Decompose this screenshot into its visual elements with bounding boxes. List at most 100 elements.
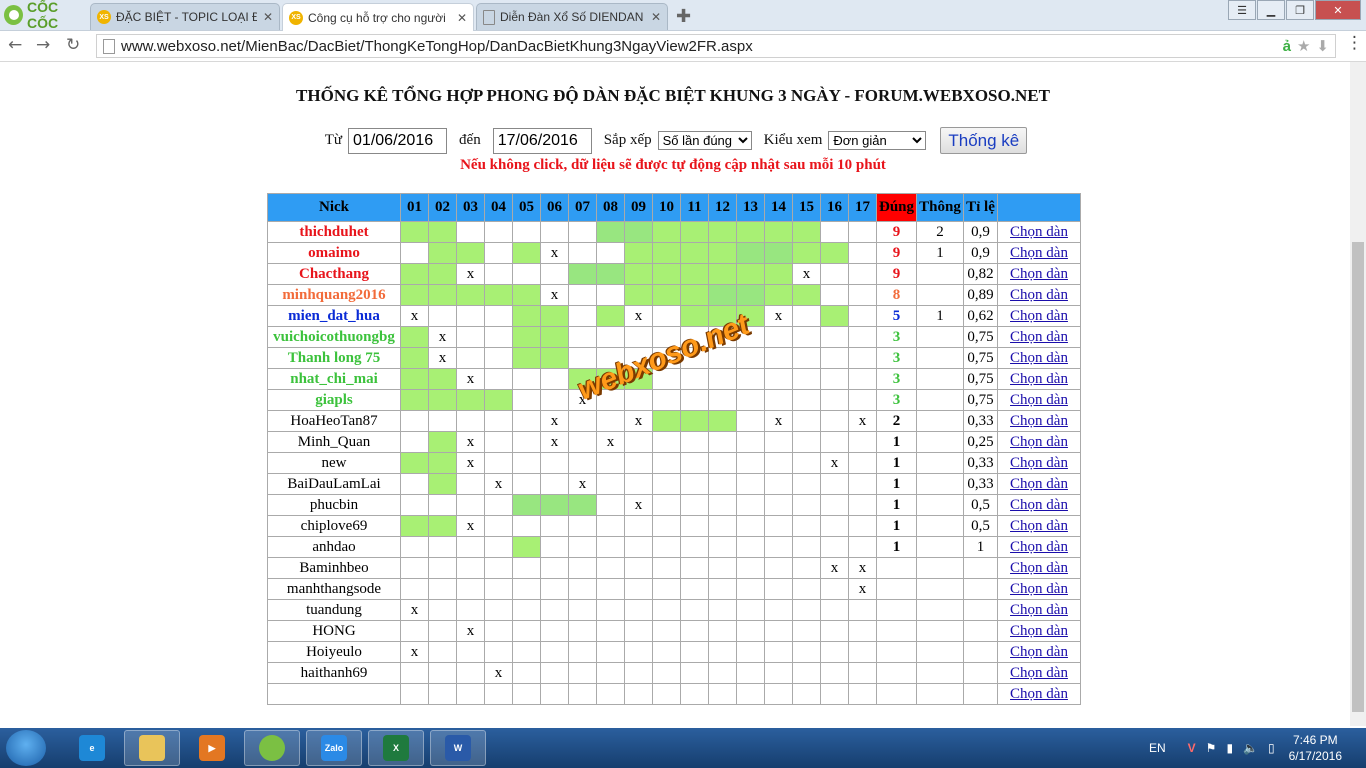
coccoc-translate-icon[interactable]: ả	[1283, 38, 1291, 55]
browser-brand[interactable]: CỐC CỐC	[0, 0, 90, 31]
taskbar-word[interactable]: W	[430, 730, 486, 766]
chon-dan-link[interactable]: Chọn dàn	[1010, 392, 1068, 408]
chon-dan-link[interactable]: Chọn dàn	[1010, 665, 1068, 681]
chon-dan-link[interactable]: Chọn dàn	[1010, 371, 1068, 387]
dung-cell: 3	[876, 389, 917, 411]
taskbar-ie[interactable]: e	[64, 730, 120, 766]
taskbar-coccoc[interactable]	[244, 730, 300, 766]
thong-cell	[916, 494, 964, 516]
new-tab-icon[interactable]: ✚	[676, 6, 691, 27]
battery-icon[interactable]: ▯	[1268, 741, 1275, 755]
day-cell	[400, 368, 429, 390]
menu-icon[interactable]: ☰	[1228, 0, 1256, 20]
bookmark-star-icon[interactable]: ★	[1297, 37, 1310, 55]
day-cell	[540, 473, 569, 495]
tab-dien-dan-xo-so[interactable]: Diễn Đàn Xổ Số DIENDAN ✕	[476, 3, 668, 30]
day-cell	[428, 431, 457, 453]
address-bar[interactable]: www.webxoso.net/MienBac/DacBiet/ThongKeT…	[96, 34, 1336, 58]
action-center-icon[interactable]: ⚑	[1206, 741, 1217, 755]
thong-cell	[916, 641, 964, 663]
header-day-10: 10	[652, 193, 681, 222]
network-icon[interactable]: ▮	[1226, 741, 1233, 755]
volume-icon[interactable]: 🔈	[1243, 741, 1258, 755]
chon-dan-link[interactable]: Chọn dàn	[1010, 308, 1068, 324]
day-cell	[764, 368, 793, 390]
taskbar-excel[interactable]: X	[368, 730, 424, 766]
language-indicator[interactable]: EN	[1149, 741, 1166, 755]
chon-dan-link[interactable]: Chọn dàn	[1010, 455, 1068, 471]
chon-dan-link[interactable]: Chọn dàn	[1010, 539, 1068, 555]
close-tab-icon[interactable]: ✕	[263, 10, 273, 24]
day-cell	[708, 389, 737, 411]
chon-dan-link[interactable]: Chọn dàn	[1010, 497, 1068, 513]
minimize-icon[interactable]: ▁	[1257, 0, 1285, 20]
chon-dan-link[interactable]: Chọn dàn	[1010, 245, 1068, 261]
close-tab-icon[interactable]: ✕	[457, 11, 467, 25]
word-icon: W	[445, 735, 471, 761]
chon-dan-cell: Chọn dàn	[997, 305, 1081, 327]
chon-dan-link[interactable]: Chọn dàn	[1010, 329, 1068, 345]
chon-dan-link[interactable]: Chọn dàn	[1010, 266, 1068, 282]
close-tab-icon[interactable]: ✕	[651, 10, 661, 24]
reload-icon[interactable]: ↻	[66, 35, 80, 55]
browser-toolbar: ← → ↻ www.webxoso.net/MienBac/DacBiet/Th…	[0, 31, 1366, 62]
start-button[interactable]	[6, 730, 46, 766]
nick-cell: Baminhbeo	[267, 557, 401, 579]
taskbar-media-player[interactable]: ▶	[184, 730, 240, 766]
day-cell	[484, 389, 513, 411]
day-cell	[596, 347, 625, 369]
day-cell	[708, 242, 737, 264]
chon-dan-link[interactable]: Chọn dàn	[1010, 644, 1068, 660]
day-cell	[624, 662, 653, 684]
from-date-input[interactable]	[348, 127, 448, 154]
back-icon[interactable]: ←	[8, 35, 22, 55]
page-scrollbar[interactable]	[1350, 62, 1366, 726]
chon-dan-link[interactable]: Chọn dàn	[1010, 476, 1068, 492]
day-cell	[512, 494, 541, 516]
day-cell: x	[820, 557, 849, 579]
chon-dan-link[interactable]: Chọn dàn	[1010, 623, 1068, 639]
tab-dac-biet-topic[interactable]: XS ĐẶC BIỆT - TOPIC LOẠI ĐẶC ✕	[90, 3, 280, 30]
chon-dan-link[interactable]: Chọn dàn	[1010, 350, 1068, 366]
forward-icon[interactable]: →	[36, 35, 50, 55]
sort-select[interactable]: Số lần đúng	[657, 131, 752, 150]
chon-dan-link[interactable]: Chọn dàn	[1010, 602, 1068, 618]
day-cell	[848, 431, 877, 453]
table-row: Hoiyeulo x Chọn dàn	[267, 641, 1081, 663]
day-cell	[456, 305, 485, 327]
day-cell	[624, 431, 653, 453]
day-cell	[624, 620, 653, 642]
tab-cong-cu-ho-tro[interactable]: XS Công cụ hỗ trợ cho người ✕	[282, 3, 474, 31]
clock[interactable]: 7:46 PM 6/17/2016	[1289, 732, 1342, 764]
thong-ke-button[interactable]: Thống kê	[940, 127, 1028, 154]
chon-dan-link[interactable]: Chọn dàn	[1010, 686, 1068, 702]
taskbar-zalo[interactable]: Zalo	[306, 730, 362, 766]
day-cell	[708, 473, 737, 495]
to-date-input[interactable]	[492, 127, 592, 154]
dung-cell: 1	[876, 431, 917, 453]
dung-cell: 1	[876, 452, 917, 474]
chon-dan-link[interactable]: Chọn dàn	[1010, 560, 1068, 576]
antivirus-icon[interactable]: V	[1188, 741, 1196, 755]
chon-dan-link[interactable]: Chọn dàn	[1010, 434, 1068, 450]
chon-dan-link[interactable]: Chọn dàn	[1010, 518, 1068, 534]
download-icon[interactable]: ⬇	[1316, 37, 1329, 55]
chon-dan-link[interactable]: Chọn dàn	[1010, 413, 1068, 429]
day-cell	[400, 347, 429, 369]
close-window-icon[interactable]: ✕	[1315, 0, 1361, 20]
taskbar-file-explorer[interactable]	[124, 730, 180, 766]
day-cell	[708, 578, 737, 600]
thong-cell	[916, 683, 964, 705]
day-cell	[708, 620, 737, 642]
chon-dan-link[interactable]: Chọn dàn	[1010, 224, 1068, 240]
menu-kebab-icon[interactable]: ⋮	[1346, 33, 1363, 53]
chon-dan-link[interactable]: Chọn dàn	[1010, 287, 1068, 303]
day-cell	[512, 641, 541, 663]
day-cell	[624, 599, 653, 621]
view-select[interactable]: Đơn giản	[828, 131, 927, 150]
chon-dan-link[interactable]: Chọn dàn	[1010, 581, 1068, 597]
dung-cell	[876, 620, 917, 642]
scrollbar-thumb[interactable]	[1352, 242, 1364, 712]
day-cell	[512, 410, 541, 432]
restore-icon[interactable]: ❐	[1286, 0, 1314, 20]
